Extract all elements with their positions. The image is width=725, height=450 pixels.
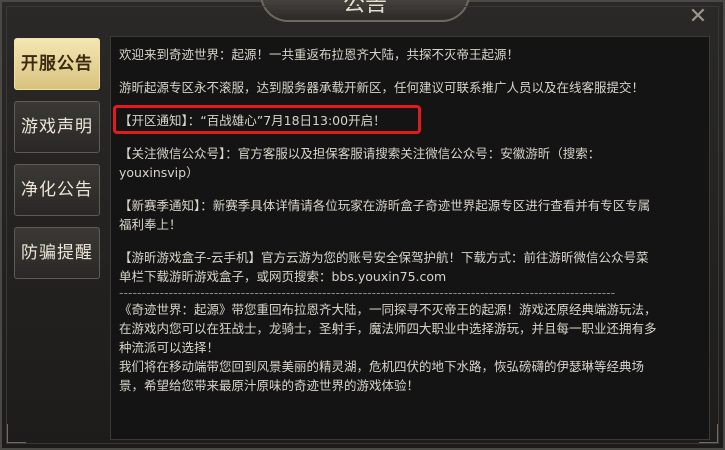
tab-server-open-notice[interactable]: 开服公告 <box>14 38 100 90</box>
wechat-line-2: youxinsvip） <box>119 165 199 180</box>
intro-line-1: 《奇迹世界：起源》带您重回布拉恩齐大陆，一同探寻不灭帝王的起源！游戏还原经典端游… <box>119 302 657 317</box>
intro-line-2: 在游戏内您可以在狂战士，龙骑士，圣射手，魔法师四大职业中选择游玩，并且每一职业还… <box>119 321 657 336</box>
cloud-phone-paragraph: 【游昕游戏盒子-云手机】官方云游为您的账号安全保驾护航！下载方式：前往游昕微信公… <box>119 248 701 286</box>
tab-list: 开服公告 游戏声明 净化公告 防骗提醒 <box>14 38 100 290</box>
intro-line-5: 景，希望给您带来最原汁原味的奇迹世界的游戏体验！ <box>119 378 420 393</box>
tab-purification-notice[interactable]: 净化公告 <box>14 164 100 216</box>
server-policy-paragraph: 游昕起源专区永不滚服，达到服务器承载开新区，任何建议可联系推广人员以及在线客服提… <box>119 80 645 95</box>
cloud-phone-line-1: 【游昕游戏盒子-云手机】官方云游为您的账号安全保驾护航！下载方式：前往游昕微信公… <box>119 250 649 265</box>
close-icon[interactable]: ✕ <box>687 6 709 28</box>
tab-anti-fraud-reminder[interactable]: 防骗提醒 <box>14 227 100 279</box>
notice-content[interactable]: 欢迎来到奇迹世界：起源！一共重返布拉恩齐大陆，共探不灭帝王起源！ 游昕起源专区永… <box>110 36 710 440</box>
game-intro-paragraph: 《奇迹世界：起源》带您重回布拉恩齐大陆，一同探寻不灭帝王的起源！游戏还原经典端游… <box>119 300 701 395</box>
open-server-notice-paragraph: 【开区通知】：“百战雄心”7月18日13:00开启！ <box>113 105 701 134</box>
corner-ornament <box>6 424 26 444</box>
window-title: 公告 <box>260 0 470 22</box>
highlight-box <box>113 105 421 134</box>
divider-line: ----------------------------------------… <box>119 286 616 300</box>
cloud-phone-line-2: 单栏下载游昕游戏盒子，或网页搜索：bbs.youxin75.com <box>119 269 447 284</box>
welcome-paragraph: 欢迎来到奇迹世界：起源！一共重返布拉恩齐大陆，共探不灭帝王起源！ <box>119 47 520 62</box>
intro-line-3: 种流派可以选择！ <box>119 340 220 355</box>
new-season-line-1: 【新赛季通知】：新赛季具体详情请各位玩家在游昕盒子奇迹世界起源专区进行查看并有专… <box>119 198 651 213</box>
wechat-paragraph: 【关注微信公众号】：官方客服以及担保客服请搜索关注微信公众号：安徽游昕（搜索： … <box>119 144 701 182</box>
wechat-line-1: 【关注微信公众号】：官方客服以及担保客服请搜索关注微信公众号：安徽游昕（搜索： <box>119 146 601 161</box>
intro-line-4: 我们将在移动端带您回到风景美丽的精灵湖，危机四伏的地下水路，恢弘磅礴的伊瑟琳等经… <box>119 359 645 374</box>
new-season-line-2: 福利奉上！ <box>119 217 182 232</box>
notice-window: 公告 ✕ 开服公告 游戏声明 净化公告 防骗提醒 欢迎来到奇迹世界：起源！一共重… <box>0 0 725 450</box>
new-season-paragraph: 【新赛季通知】：新赛季具体详情请各位玩家在游昕盒子奇迹世界起源专区进行查看并有专… <box>119 196 701 234</box>
tab-game-statement[interactable]: 游戏声明 <box>14 101 100 153</box>
